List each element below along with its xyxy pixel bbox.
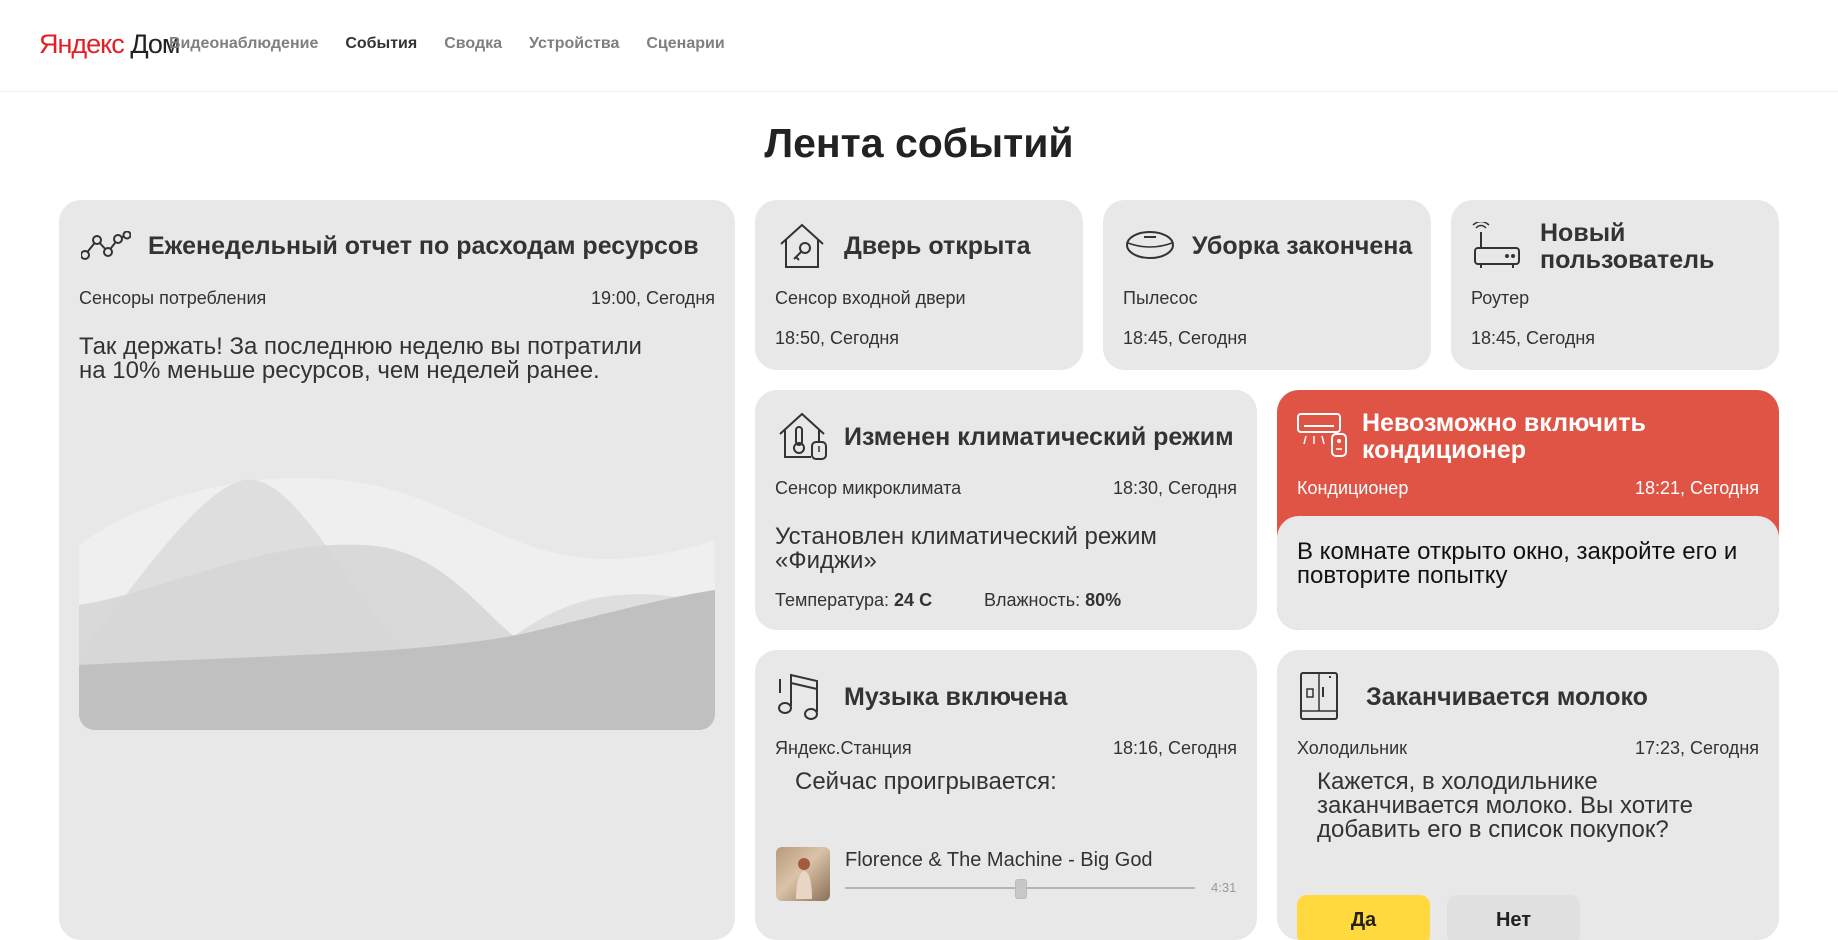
- card-time: 18:45, Сегодня: [1123, 328, 1248, 348]
- house-key-icon: [780, 223, 824, 268]
- track-duration: 4:31: [1211, 880, 1237, 895]
- ac-message-panel: В комнате открыто окно, закройте его и п…: [1277, 516, 1779, 630]
- card-title: Заканчивается молоко: [1366, 683, 1648, 711]
- door-card[interactable]: Дверь открыта Сенсор входной двери 18:50…: [755, 200, 1083, 370]
- temperature-value: 24 С: [894, 590, 933, 610]
- humidity-label: Влажность:: [984, 590, 1081, 610]
- nav-devices[interactable]: Устройства: [529, 35, 619, 53]
- fridge-icon: [1300, 672, 1338, 720]
- card-source: Роутер: [1471, 288, 1530, 308]
- temperature-label: Температура:: [775, 590, 890, 610]
- card-title: Музыка включена: [844, 683, 1068, 711]
- card-source: Сенсоры потребления: [79, 288, 267, 308]
- nav-events[interactable]: События: [345, 35, 417, 53]
- temperature: Температура: 24 С: [775, 590, 932, 611]
- card-time: 18:30, Сегодня: [1112, 478, 1237, 498]
- graph-icon: [81, 231, 131, 260]
- resource-chart: [79, 477, 715, 730]
- card-time: 18:21, Сегодня: [1634, 478, 1759, 498]
- card-title: Дверь открыта: [844, 232, 1031, 260]
- no-button[interactable]: Нет: [1447, 895, 1580, 940]
- milk-card[interactable]: Заканчивается молоко Холодильник 17:23, …: [1277, 650, 1779, 940]
- card-time: 18:16, Сегодня: [1112, 738, 1237, 758]
- card-source: Кондиционер: [1297, 478, 1409, 498]
- card-title: Невозможно включить кондиционер: [1362, 409, 1646, 464]
- card-source: Яндекс.Станция: [775, 738, 912, 758]
- music-note-icon: [778, 673, 818, 720]
- card-title: Новый пользователь: [1540, 219, 1715, 274]
- air-conditioner-icon: [1297, 413, 1347, 457]
- card-description: Установлен климатический режим «Фиджи»: [775, 523, 1157, 574]
- card-time: 17:23, Сегодня: [1634, 738, 1759, 758]
- yes-button[interactable]: Да: [1297, 895, 1430, 940]
- climate-card[interactable]: Изменен климатический режим Сенсор микро…: [755, 390, 1257, 630]
- card-title: Уборка закончена: [1192, 232, 1413, 260]
- humidity-value: 80%: [1085, 590, 1122, 610]
- report-card[interactable]: Еженедельный отчет по расходам ресурсов …: [59, 200, 735, 940]
- ac-card[interactable]: Невозможно включить кондиционер Кондицио…: [1277, 390, 1779, 630]
- new-user-card[interactable]: Новый пользователь Роутер 18:45, Сегодня: [1451, 200, 1779, 370]
- nav-scenarios[interactable]: Сценарии: [646, 35, 724, 53]
- card-title: Изменен климатический режим: [844, 423, 1234, 451]
- card-title: Еженедельный отчет по расходам ресурсов: [148, 232, 699, 260]
- track-title: Florence & The Machine - Big God: [845, 849, 1153, 871]
- nav-summary[interactable]: Сводка: [444, 35, 502, 53]
- card-description: В комнате открыто окно, закройте его и п…: [1297, 538, 1738, 589]
- router-icon: [1472, 222, 1520, 268]
- card-time: 18:45, Сегодня: [1471, 328, 1596, 348]
- nav-video[interactable]: Видеонаблюдение: [169, 35, 318, 53]
- card-time: 18:50, Сегодня: [775, 328, 900, 348]
- card-time: 19:00, Сегодня: [590, 288, 715, 308]
- header: Яндекс Дом Видеонаблюдение События Сводк…: [0, 0, 1838, 92]
- cleaning-card[interactable]: Уборка закончена Пылесос 18:45, Сегодня: [1103, 200, 1431, 370]
- humidity: Влажность: 80%: [984, 590, 1121, 611]
- music-card[interactable]: Музыка включена Яндекс.Станция 18:16, Се…: [755, 650, 1257, 940]
- house-thermometer-icon: [779, 412, 827, 460]
- page-title: Лента событий: [764, 120, 1074, 166]
- card-description: Кажется, в холодильнике заканчивается мо…: [1317, 768, 1693, 843]
- logo[interactable]: Яндекс Дом: [39, 29, 180, 60]
- card-source: Холодильник: [1297, 738, 1408, 758]
- main-nav: Видеонаблюдение События Сводка Устройств…: [169, 35, 725, 53]
- progress-knob[interactable]: [1015, 879, 1027, 899]
- card-description: Так держать! За последнюю неделю вы потр…: [79, 333, 642, 384]
- vacuum-robot-icon: [1126, 231, 1174, 259]
- album-cover: [776, 847, 830, 901]
- card-source: Сенсор микроклимата: [775, 478, 962, 498]
- card-source: Пылесос: [1123, 288, 1198, 308]
- now-playing-label: Сейчас проигрывается:: [795, 768, 1057, 795]
- card-source: Сенсор входной двери: [775, 288, 966, 308]
- logo-brand: Яндекс: [39, 29, 125, 59]
